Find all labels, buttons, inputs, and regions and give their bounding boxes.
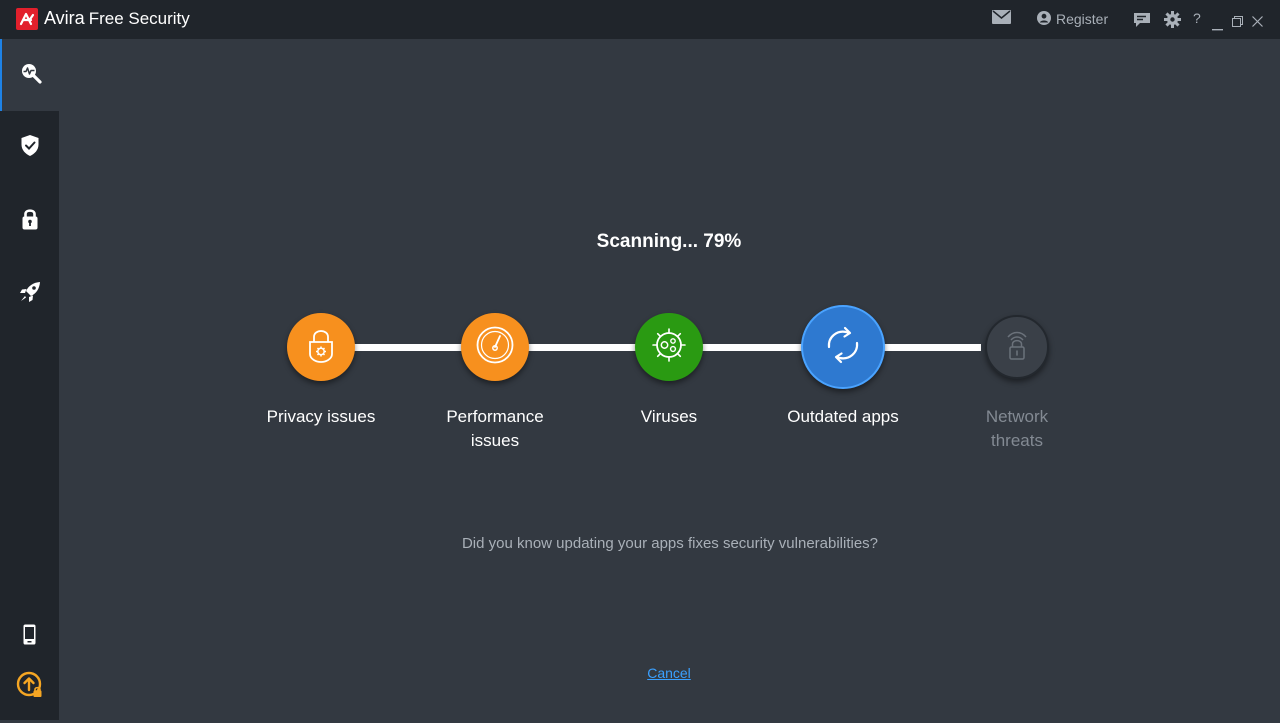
step-label: Performance issues [415, 405, 575, 453]
scan-tip: Did you know updating your apps fixes se… [461, 535, 879, 552]
register-label: Register [1056, 11, 1109, 27]
title-bar: Avira Free Security Register ? [0, 0, 1280, 39]
close-icon[interactable] [1252, 14, 1263, 32]
virus-icon [649, 325, 689, 370]
step-privacy-node [287, 313, 355, 381]
cancel-link[interactable]: Cancel [629, 665, 709, 681]
sidebar-item-upgrade[interactable] [0, 651, 59, 723]
step-viruses-node [635, 313, 703, 381]
privacy-lock-icon [306, 327, 336, 368]
restore-icon[interactable] [1232, 14, 1243, 32]
speedometer-icon [475, 325, 515, 370]
avira-logo-icon [16, 8, 38, 30]
app-title: Avira Free Security [44, 8, 190, 29]
step-label: Viruses [640, 407, 698, 426]
upgrade-icon [16, 671, 44, 704]
sidebar [0, 39, 59, 720]
step-outdated-apps-node [801, 305, 885, 389]
brand-name: Avira [44, 8, 85, 28]
step-network-threats-node [985, 315, 1049, 379]
refresh-icon [819, 321, 867, 374]
sidebar-item-performance[interactable] [0, 258, 59, 330]
register-button[interactable]: Register [1037, 10, 1108, 28]
mail-icon[interactable] [992, 10, 1011, 29]
phone-icon [23, 624, 36, 650]
step-label: Network threats [937, 405, 1097, 453]
sidebar-item-scan[interactable] [0, 39, 59, 111]
rocket-icon [19, 281, 41, 308]
step-label-text: Performance issues [446, 407, 544, 450]
step-label: Outdated apps [787, 407, 899, 426]
user-icon [1037, 10, 1051, 28]
step-performance-node [461, 313, 529, 381]
scan-status-title: Scanning... 79% [596, 231, 742, 252]
step-label-text: Network threats [985, 407, 1049, 450]
step-label: Privacy issues [266, 407, 376, 426]
scan-icon [20, 62, 42, 89]
product-name: Free Security [88, 9, 190, 28]
sidebar-item-privacy[interactable] [0, 185, 59, 257]
sidebar-item-security[interactable] [0, 112, 59, 184]
minimize-icon[interactable] [1212, 18, 1223, 36]
shield-icon [21, 135, 39, 161]
network-lock-icon [1002, 327, 1032, 368]
feedback-icon[interactable] [1133, 12, 1151, 34]
lock-icon [22, 208, 38, 235]
help-button[interactable]: ? [1193, 10, 1201, 26]
gear-icon[interactable] [1164, 11, 1181, 33]
